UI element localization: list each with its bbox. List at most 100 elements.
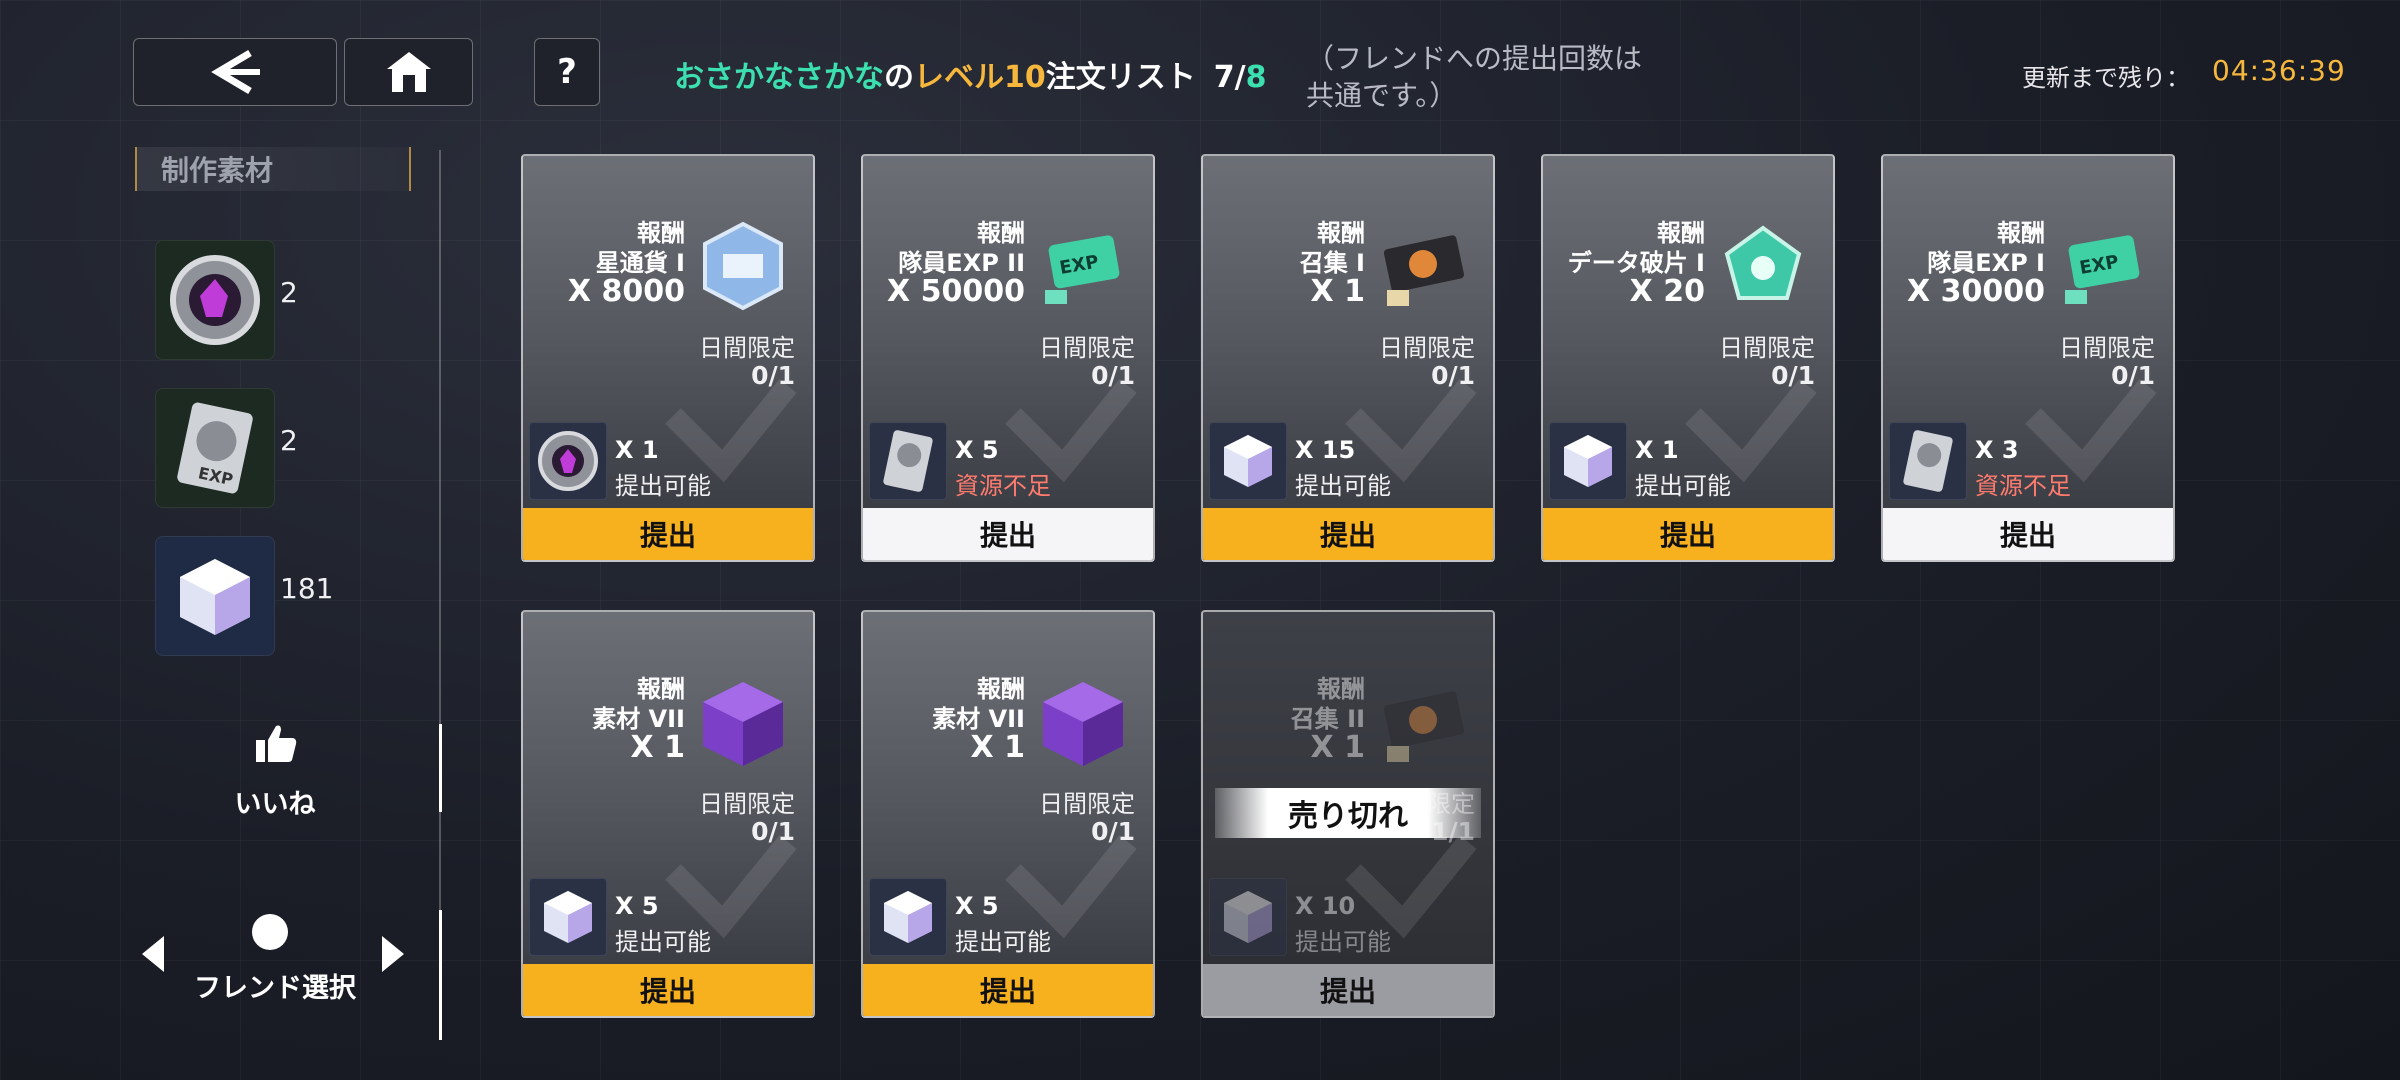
chevron-left-icon — [211, 49, 260, 95]
crystal-cube-icon[interactable] — [1209, 878, 1287, 956]
exp-card-icon[interactable]: EXP — [1033, 216, 1133, 316]
required-quantity: X 3 — [1975, 436, 2019, 464]
submit-button[interactable]: 提出 — [523, 964, 813, 1016]
required-quantity: X 15 — [1295, 436, 1356, 464]
material-slot-2[interactable]: EXP — [155, 388, 275, 508]
data-fragment-icon[interactable] — [1713, 216, 1813, 316]
reward-quantity: X 20 — [1629, 274, 1705, 309]
required-quantity: X 10 — [1295, 892, 1356, 920]
crystal-cube-icon[interactable] — [1209, 422, 1287, 500]
material-slot-1[interactable] — [155, 240, 275, 360]
crystal-cube-icon[interactable] — [529, 878, 607, 956]
submit-button[interactable]: 提出 — [1203, 964, 1493, 1016]
sold-out-banner: 売り切れ — [1215, 788, 1481, 838]
submit-button[interactable]: 提出 — [1883, 508, 2173, 560]
like-label: いいね — [234, 789, 316, 820]
daily-limit-value: 0/1 — [751, 817, 795, 846]
daily-limit-value: 0/1 — [2111, 361, 2155, 390]
required-quantity: X 1 — [615, 436, 659, 464]
submit-button[interactable]: 提出 — [863, 508, 1153, 560]
daily-limit-label: 日間限定 — [1039, 790, 1135, 818]
daily-limit-value: 0/1 — [1431, 361, 1475, 390]
refresh-timer: 04:36:39 — [2212, 54, 2346, 87]
submit-status: 資源不足 — [955, 472, 1051, 500]
required-quantity: X 5 — [615, 892, 659, 920]
title-player-name: おさかなさかな — [674, 60, 884, 95]
reward-quantity: X 1 — [630, 730, 685, 765]
material-slot-3[interactable] — [155, 536, 275, 656]
back-button[interactable] — [133, 38, 337, 106]
sidebar-scroll-thumb[interactable] — [439, 724, 442, 812]
daily-limit-label: 日間限定 — [1379, 334, 1475, 362]
submit-status: 提出可能 — [955, 928, 1051, 956]
shared-submit-note: （フレンドへの提出回数は共通です。） — [1306, 42, 1643, 112]
title-text: 注文リスト — [1045, 60, 1196, 95]
reward-heading: 報酬 — [1317, 219, 1365, 247]
title-count-total: 8 — [1245, 60, 1267, 95]
submit-status: 提出可能 — [615, 472, 711, 500]
exp-hard-drive-icon[interactable] — [869, 422, 947, 500]
crystal-cube-icon[interactable] — [869, 878, 947, 956]
order-card: 報酬 データ破片 I X 20 日間限定 0/1 X 1 提出可能 提出 — [1541, 154, 1835, 562]
friend-next-button[interactable] — [382, 936, 404, 972]
title-particle: の — [884, 60, 914, 95]
reward-quantity: X 50000 — [887, 274, 1025, 309]
submit-button[interactable]: 提出 — [1543, 508, 1833, 560]
purple-cube-icon[interactable] — [1033, 672, 1133, 772]
reward-heading: 報酬 — [977, 219, 1025, 247]
daily-limit-label: 日間限定 — [699, 334, 795, 362]
friend-prev-button[interactable] — [142, 936, 164, 972]
recruit-ticket-icon[interactable] — [1373, 216, 1473, 316]
submit-status: 提出可能 — [1295, 928, 1391, 956]
material-count-3: 181 — [280, 572, 334, 605]
order-card: 報酬 素材 VII X 1 日間限定 0/1 X 5 提出可能 提出 — [521, 610, 815, 1018]
reward-quantity: X 1 — [1310, 274, 1365, 309]
submit-status: 提出可能 — [1635, 472, 1731, 500]
daily-limit-label: 日間限定 — [2059, 334, 2155, 362]
daily-limit-value: 0/1 — [1091, 361, 1135, 390]
reward-quantity: X 30000 — [1907, 274, 2045, 309]
reward-quantity: X 8000 — [567, 274, 685, 309]
reward-quantity: X 1 — [1310, 730, 1365, 765]
required-quantity: X 5 — [955, 436, 999, 464]
sidebar-scroll-thumb-2[interactable] — [439, 910, 442, 1040]
submit-button[interactable]: 提出 — [523, 508, 813, 560]
submit-button[interactable]: 提出 — [863, 964, 1153, 1016]
order-card: 報酬 隊員EXP I X 30000 EXP 日間限定 0/1 X 3 資源不足… — [1881, 154, 2175, 562]
friend-select-label: フレンド選択 — [194, 973, 356, 1004]
purple-crystal-disc-icon — [170, 255, 260, 345]
home-button[interactable] — [344, 38, 473, 106]
purple-crystal-disc-icon[interactable] — [529, 422, 607, 500]
exp-hard-drive-icon: EXP — [177, 402, 253, 494]
daily-limit-label: 日間限定 — [1039, 334, 1135, 362]
home-icon — [386, 52, 431, 92]
purple-cube-icon[interactable] — [693, 672, 793, 772]
required-quantity: X 5 — [955, 892, 999, 920]
submit-status: 資源不足 — [1975, 472, 2071, 500]
submit-status: 提出可能 — [615, 928, 711, 956]
material-count-1: 2 — [280, 276, 298, 309]
sidebar-track — [439, 150, 441, 1040]
crystal-cube-icon[interactable] — [1549, 422, 1627, 500]
help-button[interactable]: ? — [534, 38, 600, 106]
exp-hard-drive-icon[interactable] — [1889, 422, 1967, 500]
recruit-ticket-icon[interactable] — [1373, 672, 1473, 772]
star-currency-icon[interactable] — [693, 216, 793, 316]
required-quantity: X 1 — [1635, 436, 1679, 464]
order-card: 報酬 隊員EXP II X 50000 EXP 日間限定 0/1 X 5 資源不… — [861, 154, 1155, 562]
title-level: レベル10 — [914, 60, 1046, 95]
crystal-cube-icon — [180, 559, 250, 635]
daily-limit-value: 0/1 — [751, 361, 795, 390]
order-card: 報酬 素材 VII X 1 日間限定 0/1 X 5 提出可能 提出 — [861, 610, 1155, 1018]
order-card: 報酬 星通貨 I X 8000 日間限定 0/1 X 1 提出可能 提出 — [521, 154, 815, 562]
order-card: 報酬 召集 I X 1 日間限定 0/1 X 15 提出可能 提出 — [1201, 154, 1495, 562]
exp-card-icon[interactable]: EXP — [2053, 216, 2153, 316]
like-button[interactable] — [226, 722, 326, 768]
question-icon: ? — [557, 52, 577, 92]
thumbs-up-icon — [256, 725, 297, 762]
title-count-done: 7/ — [1213, 60, 1246, 95]
submit-button[interactable]: 提出 — [1203, 508, 1493, 560]
materials-header: 制作素材 — [135, 147, 411, 191]
reward-heading: 報酬 — [637, 675, 685, 703]
reward-heading: 報酬 — [1317, 675, 1365, 703]
